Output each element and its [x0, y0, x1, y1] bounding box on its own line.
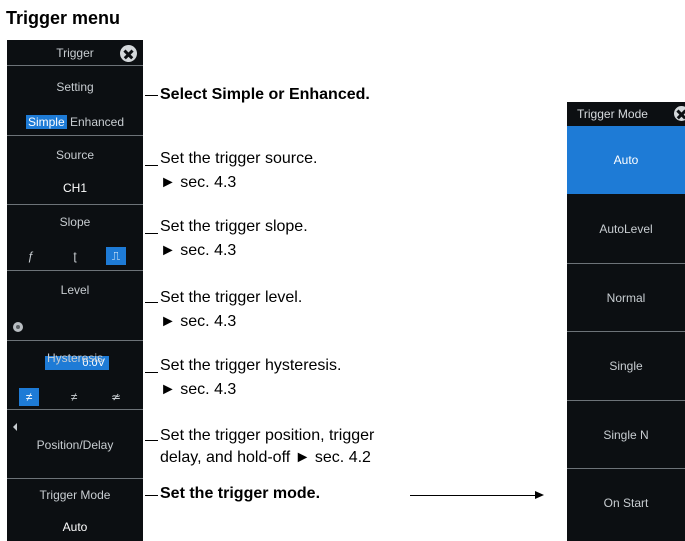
annotation-source-2: ► sec. 4.3 [160, 174, 237, 191]
close-icon[interactable] [120, 45, 137, 62]
slope-label: Slope [59, 215, 91, 229]
level-label: Level [60, 283, 90, 297]
annotation-slope-2: ► sec. 4.3 [160, 242, 237, 259]
mode-option-normal[interactable]: Normal [567, 264, 685, 332]
annotation-position-1: Set the trigger position, trigger [160, 427, 375, 444]
mode-option-on-start[interactable]: On Start [567, 469, 685, 537]
both-edges-icon[interactable]: ⎍ [106, 247, 126, 265]
mode-option-auto[interactable]: Auto [567, 126, 685, 194]
hysteresis-mid-icon[interactable]: ≠ [64, 388, 84, 406]
annotation-arrow-icon [535, 491, 544, 499]
annotation-hysteresis-1: Set the trigger hysteresis. [160, 357, 342, 374]
annotation-hysteresis-2: ► sec. 4.3 [160, 381, 237, 398]
annotation-slope-1: Set the trigger slope. [160, 218, 308, 235]
source-value: CH1 [62, 181, 87, 195]
annotation-source-1: Set the trigger source. [160, 150, 318, 167]
hysteresis-high-icon[interactable]: ≄ [106, 388, 126, 406]
setting-label: Setting [56, 80, 94, 94]
submenu-arrow-icon [13, 423, 17, 431]
hysteresis-label: Hysteresis [46, 351, 103, 365]
annotation-level-1: Set the trigger level. [160, 289, 303, 306]
position-delay-label: Position/Delay [36, 438, 114, 452]
jog-radio-icon [13, 322, 23, 332]
mode-menu-header: Trigger Mode [577, 107, 648, 121]
setting-enhanced-option[interactable]: Enhanced [70, 115, 124, 129]
hysteresis-low-icon[interactable]: ≠ [19, 388, 39, 406]
trigger-menu: Trigger Setting Simple Enhanced Source C… [7, 40, 143, 541]
annotation-position-2: delay, and hold-off ► sec. 4.2 [160, 449, 371, 466]
close-icon[interactable] [674, 106, 685, 121]
falling-edge-icon[interactable]: ʈ [65, 247, 85, 265]
rising-edge-icon[interactable]: ƒ [21, 247, 41, 265]
setting-simple-option[interactable]: Simple [25, 115, 67, 129]
trigger-mode-menu: Trigger Mode Auto AutoLevel Normal Singl… [567, 102, 685, 541]
page-title: Trigger menu [6, 8, 121, 28]
mode-option-single-n[interactable]: Single N [567, 401, 685, 469]
annotation-arrow-line [410, 495, 537, 496]
mode-option-autolevel[interactable]: AutoLevel [567, 195, 685, 263]
trigger-mode-value: Auto [62, 520, 88, 534]
annotation-setting: Select Simple or Enhanced. [160, 86, 370, 103]
annotation-mode: Set the trigger mode. [160, 485, 321, 502]
annotation-level-2: ► sec. 4.3 [160, 313, 237, 330]
source-label: Source [55, 148, 95, 162]
mode-option-single[interactable]: Single [567, 332, 685, 400]
trigger-mode-label: Trigger Mode [39, 488, 111, 502]
